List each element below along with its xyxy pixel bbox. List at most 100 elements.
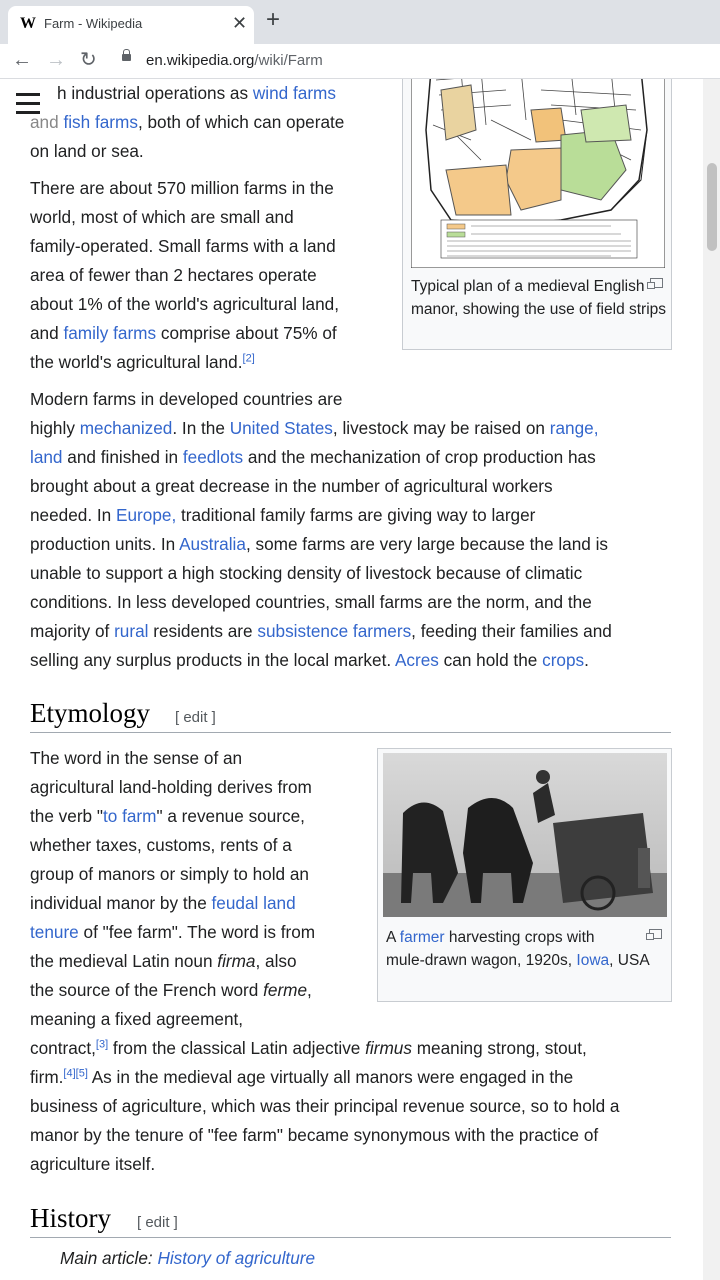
- paragraph-line: about 1% of the world's agricultural lan…: [30, 294, 340, 314]
- paragraph-line: Modern farms in developed countries are: [30, 389, 343, 409]
- paragraph-line: contract,[3] from the classical Latin ad…: [30, 1034, 587, 1063]
- paragraph-line: world, most of which are small and: [30, 207, 294, 227]
- figure-manor-plan: Typical plan of a medieval English manor…: [402, 79, 672, 350]
- text: mule-drawn wagon, 1920s,: [386, 951, 577, 969]
- paragraph-line: the source of the French word ferme,: [30, 976, 312, 1005]
- citation-3[interactable]: [3]: [96, 1038, 108, 1050]
- link-subsistence-farmers[interactable]: subsistence farmers: [257, 621, 411, 641]
- edit-history-link[interactable]: [ edit ]: [137, 1214, 178, 1231]
- link-feudal-land-tenure[interactable]: feudal land: [212, 893, 296, 913]
- forward-arrow-icon[interactable]: →: [46, 48, 66, 72]
- paragraph-line: highly mechanized. In the United States,…: [30, 414, 598, 443]
- text: , both of which can operate: [137, 112, 345, 132]
- text: and: [30, 112, 64, 132]
- text: from the classical Latin adjective: [108, 1038, 366, 1058]
- browser-toolbar: ← → ↻ en.wikipedia.org/wiki/Farm: [0, 44, 720, 79]
- lock-icon[interactable]: [122, 49, 131, 61]
- url-path: /wiki/Farm: [254, 52, 323, 69]
- text: traditional family farms are giving way …: [176, 505, 536, 525]
- text: the verb ": [30, 806, 103, 826]
- paragraph-line: conditions. In less developed countries,…: [30, 592, 592, 612]
- link-fish-farms[interactable]: fish farms: [63, 112, 138, 132]
- tab-bar: W Farm - Wikipedia ✕ +: [0, 0, 720, 44]
- text: individual manor by the: [30, 893, 212, 913]
- link-australia[interactable]: Australia: [179, 534, 246, 554]
- back-arrow-icon[interactable]: ←: [12, 48, 32, 72]
- new-tab-button[interactable]: +: [266, 8, 280, 32]
- section-heading-history: History: [30, 1203, 111, 1233]
- citation-2[interactable]: [2]: [243, 352, 255, 364]
- scrollbar-thumb[interactable]: [707, 163, 717, 251]
- emphasis: firma: [217, 951, 256, 971]
- citation-4-5[interactable]: [4][5]: [63, 1067, 87, 1079]
- link-rural[interactable]: rural: [114, 621, 148, 641]
- text: needed. In: [30, 505, 117, 525]
- paragraph-line: the verb "to farm" a revenue source,: [30, 802, 305, 831]
- text: residents are: [148, 621, 258, 641]
- text: , livestock may be raised on: [332, 418, 550, 438]
- text: contract,: [30, 1038, 96, 1058]
- paragraph-line: selling any surplus products in the loca…: [30, 646, 589, 675]
- text: comprise about 75% of: [156, 323, 337, 343]
- tab-title: Farm - Wikipedia: [44, 16, 143, 31]
- paragraph-line: The word in the sense of an: [30, 748, 243, 768]
- paragraph-line: the medieval Latin noun firma, also: [30, 947, 297, 976]
- text: meaning strong, stout,: [411, 1038, 587, 1058]
- link-europe[interactable]: Europe,: [116, 505, 176, 525]
- paragraph-line: the world's agricultural land.[2]: [30, 348, 255, 377]
- text: can hold the: [438, 650, 543, 670]
- active-tab[interactable]: W Farm - Wikipedia ✕: [8, 6, 254, 44]
- text: selling any surplus products in the loca…: [30, 650, 395, 670]
- paragraph-line: on land or sea.: [30, 141, 144, 161]
- text: and finished in: [62, 447, 183, 467]
- link-feudal-land-tenure-2[interactable]: tenure: [30, 922, 79, 942]
- paragraph-line: agriculture itself.: [30, 1154, 156, 1174]
- paragraph-line: There are about 570 million farms in the: [30, 178, 334, 198]
- figure-farmer-photo: A farmer harvesting crops with mule-drawn…: [377, 748, 672, 1002]
- text: and: [30, 323, 64, 343]
- paragraph-line: brought about a great decrease in the nu…: [30, 476, 553, 496]
- link-iowa[interactable]: Iowa: [576, 952, 609, 969]
- paragraph-line: individual manor by the feudal land: [30, 889, 296, 918]
- text: highly: [30, 418, 80, 438]
- paragraph-line: meaning a fixed agreement,: [30, 1009, 244, 1029]
- text: , also: [255, 951, 297, 971]
- paragraph-line: tenure of "fee farm". The word is from: [30, 918, 315, 947]
- link-acres[interactable]: Acres: [395, 650, 439, 670]
- main-article-hatnote: Main article: History of agriculture: [60, 1248, 315, 1269]
- page-scrollbar[interactable]: [703, 79, 720, 1280]
- text: , feeding their families and: [411, 621, 612, 641]
- address-bar[interactable]: en.wikipedia.org/wiki/Farm: [146, 52, 323, 69]
- heading-rule: [30, 732, 671, 733]
- link-range-land-2[interactable]: land: [30, 447, 63, 467]
- text: production units. In: [30, 534, 180, 554]
- link-wind-farms[interactable]: wind farms: [253, 83, 336, 103]
- paragraph-line: business of agriculture, which was their…: [30, 1096, 620, 1116]
- text: the medieval Latin noun: [30, 951, 218, 971]
- link-united-states[interactable]: United States: [230, 418, 333, 438]
- paragraph-line: unable to support a high stocking densit…: [30, 563, 583, 583]
- link-to-farm[interactable]: to farm: [103, 806, 156, 826]
- link-range-land[interactable]: range,: [550, 418, 599, 438]
- reload-icon[interactable]: ↻: [80, 48, 97, 72]
- manor-plan-image[interactable]: [411, 79, 665, 268]
- link-feedlots[interactable]: feedlots: [183, 447, 243, 467]
- paragraph-line: whether taxes, customs, rents of a: [30, 835, 292, 855]
- farmer-photo-image[interactable]: [383, 753, 667, 917]
- paragraph-line: agricultural land-holding derives from: [30, 777, 312, 797]
- edit-etymology-link[interactable]: [ edit ]: [175, 709, 216, 726]
- emphasis: firmus: [365, 1038, 412, 1058]
- heading-rule: [30, 1237, 671, 1238]
- link-farmer[interactable]: farmer: [400, 929, 445, 946]
- link-history-of-agriculture[interactable]: History of agriculture: [157, 1248, 315, 1268]
- paragraph-line: h industrial operations as wind farms: [57, 79, 336, 108]
- text: .: [584, 650, 589, 670]
- link-family-farms[interactable]: family farms: [63, 323, 156, 343]
- paragraph-line: firm.[4][5] As in the medieval age virtu…: [30, 1063, 573, 1092]
- article-page: Typical plan of a medieval English manor…: [0, 79, 720, 1280]
- text: the source of the French word: [30, 980, 264, 1000]
- link-mechanized[interactable]: mechanized: [80, 418, 173, 438]
- close-tab-icon[interactable]: ✕: [232, 13, 247, 34]
- link-crops[interactable]: crops: [542, 650, 584, 670]
- text: harvesting crops with: [444, 929, 595, 946]
